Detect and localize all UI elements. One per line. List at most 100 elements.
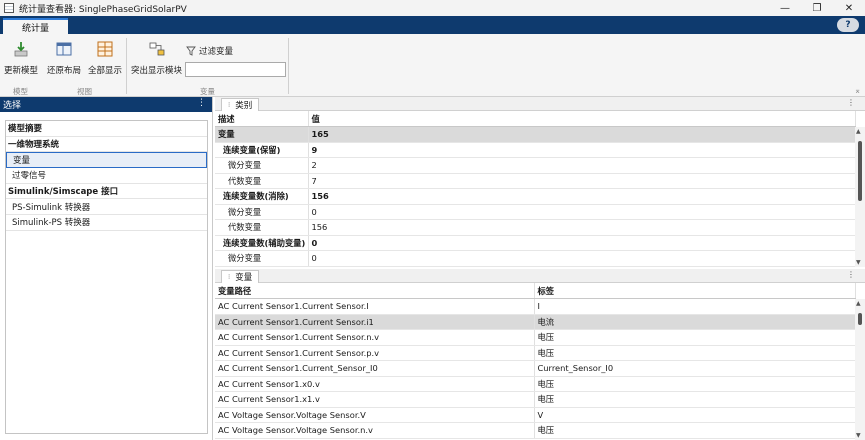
update-model-button[interactable]: 更新模型 xyxy=(4,40,38,76)
table-row[interactable]: AC Current Sensor1.x0.v 电压 xyxy=(215,376,856,392)
list-item-ps-simulink-converter[interactable]: PS-Simulink 转换器 xyxy=(6,199,207,216)
selection-panel-title: 选择 xyxy=(3,101,22,111)
variables-scrollbar[interactable]: ▲ ▼ xyxy=(855,299,865,440)
scroll-up-icon[interactable]: ▲ xyxy=(856,128,861,135)
show-all-button[interactable]: 全部显示 xyxy=(88,40,122,76)
table-row[interactable]: AC Voltage Sensor.Voltage Sensor.n.v 电压 xyxy=(215,422,856,439)
cell-label: 电压 xyxy=(534,329,856,346)
column-header-value[interactable]: 值 xyxy=(308,111,856,127)
table-row[interactable]: 代数变量 7 xyxy=(215,173,856,189)
show-all-icon xyxy=(97,41,113,57)
list-item-variables[interactable]: 变量 xyxy=(6,152,207,169)
help-button[interactable]: ? xyxy=(837,18,859,32)
restore-layout-label: 还原布局 xyxy=(47,66,82,76)
ribbon-tabstrip: 统计量 ? xyxy=(0,16,865,34)
table-row[interactable]: 连续变量(保留) 9 xyxy=(215,142,856,158)
cell-label: I xyxy=(534,298,856,315)
show-all-label: 全部显示 xyxy=(88,66,123,76)
table-row[interactable]: 连续变量数(辅助变量) 0 xyxy=(215,235,856,251)
scroll-down-icon[interactable]: ▼ xyxy=(856,259,861,266)
category-scrollbar[interactable]: ▲ ▼ xyxy=(855,127,865,267)
highlight-block-icon xyxy=(149,42,164,56)
list-item-1d-physical-system[interactable]: 一维物理系统 xyxy=(6,137,207,153)
tab-category-label: 类别 xyxy=(235,101,253,111)
cell-variable-path: AC Current Sensor1.Current Sensor.n.v xyxy=(215,329,535,346)
cell-description: 代数变量 xyxy=(215,173,309,189)
table-row[interactable]: 连续变量数(消除) 156 xyxy=(215,188,856,205)
table-row[interactable]: AC Current Sensor1.Current Sensor.I I xyxy=(215,298,856,315)
window-controls: — ❐ ✕ xyxy=(769,0,865,16)
column-header-label[interactable]: 标签 xyxy=(534,283,856,299)
cell-description: 连续变量数(辅助变量) xyxy=(215,235,309,251)
tab-category[interactable]: ⁞ 类别 xyxy=(221,98,260,111)
cell-description: 微分变量 xyxy=(215,204,309,220)
tab-variables[interactable]: ⁞ 变量 xyxy=(221,270,260,283)
app-icon xyxy=(4,3,14,13)
minimize-button[interactable]: — xyxy=(769,0,801,16)
grip-icon: ⁞ xyxy=(228,273,231,281)
cell-description: 微分变量 xyxy=(215,157,309,174)
cell-label: 电压 xyxy=(534,422,856,439)
cell-value: 7 xyxy=(308,173,856,189)
restore-button[interactable]: ❐ xyxy=(801,0,833,16)
filter-variables-button[interactable]: 过滤变量 xyxy=(186,45,233,57)
panel-menu-icon[interactable]: ⋮ xyxy=(847,270,855,279)
table-row[interactable]: 微分变量 0 xyxy=(215,250,856,267)
selection-panel: 选择 ⋮ 模型摘要 一维物理系统 变量 过零信号 Simulink/Simsca… xyxy=(0,97,213,440)
cell-value: 9 xyxy=(308,142,856,158)
table-row[interactable]: 代数变量 156 xyxy=(215,219,856,236)
restore-layout-icon xyxy=(56,42,72,56)
divider xyxy=(126,38,127,94)
table-row[interactable]: 微分变量 0 xyxy=(215,204,856,220)
grip-icon: ⁞ xyxy=(228,101,231,109)
scroll-thumb[interactable] xyxy=(858,313,862,325)
tab-statistics[interactable]: 统计量 xyxy=(3,18,68,34)
table-row[interactable]: AC Current Sensor1.Current_Sensor_I0 Cur… xyxy=(215,360,856,377)
filter-icon xyxy=(186,46,196,56)
scroll-up-icon[interactable]: ▲ xyxy=(856,300,861,307)
section-label-view: 视图 xyxy=(77,87,92,96)
list-item-simulink-simscape-interface[interactable]: Simulink/Simscape 接口 xyxy=(6,184,207,200)
highlight-block-button[interactable]: 突出显示模块 xyxy=(131,40,182,76)
table-row[interactable]: 微分变量 2 xyxy=(215,157,856,174)
table-row[interactable]: AC Current Sensor1.x1.v 电压 xyxy=(215,391,856,408)
cell-variable-path: AC Current Sensor1.x1.v xyxy=(215,391,535,408)
scroll-thumb[interactable] xyxy=(858,141,862,201)
cell-value: 156 xyxy=(308,219,856,236)
collapse-toolstrip-button[interactable]: ⌅ xyxy=(854,86,861,95)
panel-menu-icon[interactable]: ⋮ xyxy=(847,98,855,107)
list-item-simulink-ps-converter[interactable]: Simulink-PS 转换器 xyxy=(6,215,207,231)
table-row[interactable]: AC Current Sensor1.Current Sensor.n.v 电压 xyxy=(215,329,856,346)
category-panel: ⁞ 类别 ⋮ 描述 值 变量 165 连续变量(保留) 9 微分变量 2 代数变… xyxy=(215,97,865,269)
cell-value: 2 xyxy=(308,157,856,174)
column-header-description[interactable]: 描述 xyxy=(215,111,309,127)
category-tabrow: ⁞ 类别 ⋮ xyxy=(215,97,865,111)
scroll-down-icon[interactable]: ▼ xyxy=(856,432,861,439)
close-button[interactable]: ✕ xyxy=(833,0,865,16)
table-header-row: 描述 值 xyxy=(215,111,856,127)
column-header-variable-path[interactable]: 变量路径 xyxy=(215,283,535,299)
table-row[interactable]: AC Voltage Sensor.Voltage Sensor.V V xyxy=(215,407,856,423)
cell-value: 0 xyxy=(308,235,856,251)
section-label-model: 模型 xyxy=(13,87,28,96)
table-row[interactable]: 变量 165 xyxy=(215,126,856,143)
filter-input[interactable] xyxy=(185,62,286,77)
category-table: 描述 值 变量 165 连续变量(保留) 9 微分变量 2 代数变量 7 连续变… xyxy=(215,111,856,267)
cell-label: V xyxy=(534,407,856,423)
update-model-label: 更新模型 xyxy=(4,66,39,76)
table-row[interactable]: AC Current Sensor1.Current Sensor.i1 电流 xyxy=(215,314,856,330)
table-row[interactable]: AC Current Sensor1.Current Sensor.p.v 电压 xyxy=(215,345,856,361)
list-item-zero-crossings[interactable]: 过零信号 xyxy=(6,168,207,184)
table-header-row: 变量路径 标签 xyxy=(215,283,856,299)
highlight-block-label: 突出显示模块 xyxy=(131,66,183,76)
selection-list: 模型摘要 一维物理系统 变量 过零信号 Simulink/Simscape 接口… xyxy=(5,120,208,434)
selection-panel-header: 选择 ⋮ xyxy=(0,97,212,112)
cell-label: 电流 xyxy=(534,314,856,330)
cell-value: 0 xyxy=(308,250,856,267)
cell-description: 微分变量 xyxy=(215,250,309,267)
panel-menu-icon[interactable]: ⋮ xyxy=(197,98,206,108)
divider xyxy=(288,38,289,94)
list-item-model-summary[interactable]: 模型摘要 xyxy=(6,121,207,137)
cell-label: 电压 xyxy=(534,376,856,392)
restore-layout-button[interactable]: 还原布局 xyxy=(47,40,81,76)
